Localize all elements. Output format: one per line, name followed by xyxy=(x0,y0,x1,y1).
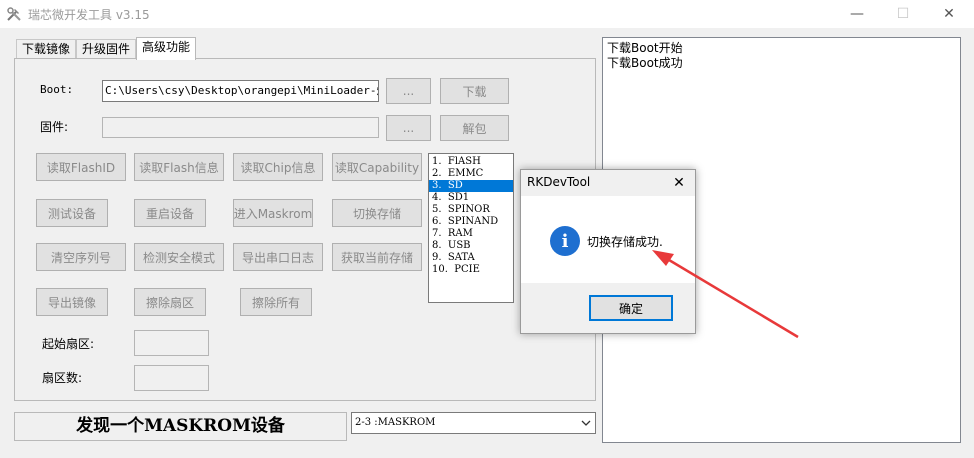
sector-count-label: 扇区数: xyxy=(42,371,83,385)
boot-label: Boot: xyxy=(40,83,74,96)
firmware-label: 固件: xyxy=(40,120,69,134)
tab-upgrade-firmware[interactable]: 升级固件 xyxy=(76,39,136,59)
erase-sector-button[interactable]: 擦除扇区 xyxy=(134,288,206,316)
close-icon[interactable]: ✕ xyxy=(667,172,691,194)
storage-item-sd1[interactable]: 4. SD1 xyxy=(429,192,513,204)
tab-advanced-functions[interactable]: 高级功能 xyxy=(136,37,196,60)
storage-item-flash[interactable]: 1. FlASH xyxy=(429,156,513,168)
dialog-title: RKDevTool xyxy=(527,175,591,189)
tab-download-image[interactable]: 下载镜像 xyxy=(16,39,76,59)
start-sector-field[interactable] xyxy=(134,330,209,356)
maximize-button[interactable]: ☐ xyxy=(880,0,926,28)
clear-serial-button[interactable]: 清空序列号 xyxy=(36,243,126,271)
message-dialog: RKDevTool ✕ i 切换存储成功. 确定 xyxy=(520,169,696,334)
ok-button[interactable]: 确定 xyxy=(589,295,673,321)
export-serial-log-button[interactable]: 导出串口日志 xyxy=(233,243,323,271)
storage-item-spinand[interactable]: 6. SPINAND xyxy=(429,216,513,228)
boot-browse-button[interactable]: ... xyxy=(386,78,431,104)
storage-item-emmc[interactable]: 2. EMMC xyxy=(429,168,513,180)
export-image-button[interactable]: 导出镜像 xyxy=(36,288,108,316)
storage-listbox[interactable]: 1. FlASH 2. EMMC 3. SD 4. SD1 5. SPINOR … xyxy=(428,153,514,303)
read-flash-info-button[interactable]: 读取Flash信息 xyxy=(134,153,224,181)
device-status-text: 发现一个MASKROM设备 xyxy=(14,412,347,441)
dialog-message: 切换存储成功. xyxy=(587,235,663,249)
window-title: 瑞芯微开发工具 v3.15 xyxy=(28,8,150,22)
boot-path-field[interactable]: C:\Users\csy\Desktop\orangepi\MiniLoader… xyxy=(102,80,379,102)
firmware-path-field[interactable] xyxy=(102,117,379,138)
tools-icon xyxy=(7,7,21,21)
read-flash-id-button[interactable]: 读取FlashID xyxy=(36,153,126,181)
storage-item-sata[interactable]: 9. SATA xyxy=(429,252,513,264)
storage-item-sd[interactable]: 3. SD xyxy=(429,180,513,192)
device-select[interactable]: 2-3 :MASKROM xyxy=(351,412,596,434)
sector-count-field[interactable] xyxy=(134,365,209,391)
boot-download-button[interactable]: 下载 xyxy=(440,78,509,104)
title-bar: 瑞芯微开发工具 v3.15 — ☐ ✕ xyxy=(0,0,974,28)
erase-all-button[interactable]: 擦除所有 xyxy=(240,288,312,316)
close-window-button[interactable]: ✕ xyxy=(926,0,972,28)
read-capability-button[interactable]: 读取Capability xyxy=(332,153,422,181)
storage-item-ram[interactable]: 7. RAM xyxy=(429,228,513,240)
info-icon: i xyxy=(550,226,580,256)
log-line: 下载Boot成功 xyxy=(607,56,683,70)
read-chip-info-button[interactable]: 读取Chip信息 xyxy=(233,153,323,181)
switch-storage-button[interactable]: 切换存储 xyxy=(332,199,422,227)
chevron-down-icon xyxy=(581,420,591,426)
enter-maskrom-button[interactable]: 进入Maskrom xyxy=(233,199,313,227)
detect-secure-mode-button[interactable]: 检测安全模式 xyxy=(134,243,224,271)
test-device-button[interactable]: 测试设备 xyxy=(36,199,108,227)
app-window: 瑞芯微开发工具 v3.15 — ☐ ✕ 下载镜像 升级固件 高级功能 Boot:… xyxy=(0,0,974,458)
device-select-value: 2-3 :MASKROM xyxy=(355,417,436,428)
get-current-storage-button[interactable]: 获取当前存储 xyxy=(332,243,422,271)
storage-item-usb[interactable]: 8. USB xyxy=(429,240,513,252)
reset-device-button[interactable]: 重启设备 xyxy=(134,199,206,227)
firmware-unpack-button[interactable]: 解包 xyxy=(440,115,509,141)
storage-item-spinor[interactable]: 5. SPINOR xyxy=(429,204,513,216)
minimize-button[interactable]: — xyxy=(834,0,880,28)
start-sector-label: 起始扇区: xyxy=(42,337,95,351)
storage-item-pcie[interactable]: 10. PCIE xyxy=(429,264,513,276)
firmware-browse-button[interactable]: ... xyxy=(386,115,431,141)
